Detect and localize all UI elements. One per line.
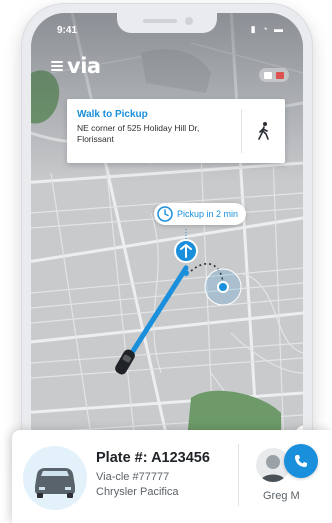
driver-name: Greg M (263, 490, 300, 502)
user-location-dot (217, 281, 229, 293)
phone-icon (295, 455, 307, 467)
walk-to-pickup-card[interactable]: Walk to Pickup NE corner of 525 Holiday … (67, 99, 285, 163)
pickup-eta-pill: Pickup in 2 min (154, 203, 247, 225)
app-logo: via (67, 54, 101, 78)
pickup-pin-icon (174, 229, 198, 276)
clock-icon (157, 206, 173, 222)
person-icon (264, 71, 272, 79)
credit-card-icon (276, 71, 284, 79)
speaker (143, 19, 177, 23)
app-bar: via (51, 53, 101, 79)
phone-notch (117, 13, 217, 33)
panel-divider (238, 444, 239, 506)
walking-person-icon (258, 122, 269, 140)
payment-toggle[interactable] (259, 68, 289, 82)
vehicle-avatar (23, 446, 87, 510)
app-screen: 9:41 ▮ ◔ ▬ via Walk to Pickup NE corner … (31, 13, 303, 501)
driver-info-panel: Plate #: A123456 Via-cle #77777 Chrysler… (12, 430, 332, 523)
hamburger-icon[interactable] (51, 61, 63, 71)
camera (185, 17, 193, 25)
call-driver-button[interactable] (284, 444, 318, 478)
pickup-address: NE corner of 525 Holiday Hill Dr, Floris… (77, 123, 200, 144)
card-divider (241, 109, 242, 153)
vehicle-model: Chrysler Pacifica (96, 486, 179, 498)
vehicle-id: Via-cle #77777 (96, 471, 170, 483)
card-title: Walk to Pickup (77, 109, 148, 120)
minivan-icon (35, 468, 75, 498)
phone-frame: 9:41 ▮ ◔ ▬ via Walk to Pickup NE corner … (22, 4, 312, 504)
status-icons: ▮ ◔ ▬ (250, 24, 285, 34)
license-plate: Plate #: A123456 (96, 450, 210, 466)
status-time: 9:41 (57, 25, 78, 36)
pickup-eta-label: Pickup in 2 min (177, 209, 239, 219)
